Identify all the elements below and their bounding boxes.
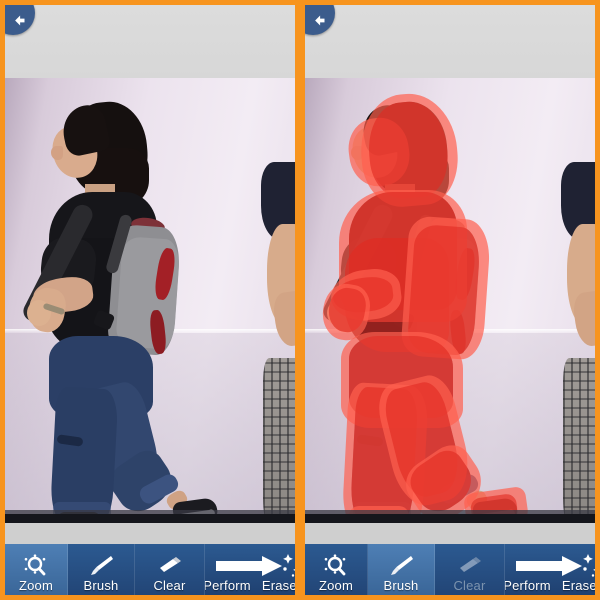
background-person [255, 162, 295, 523]
photo-canvas-after[interactable] [305, 78, 595, 523]
subject-woman [319, 88, 519, 523]
toolbar-gap-after [305, 523, 595, 546]
paintbrush-icon [87, 552, 115, 579]
arrow-sparkle-icon [505, 552, 595, 579]
zoom-button[interactable]: Zoom [305, 544, 368, 595]
paintbrush-icon [387, 552, 415, 579]
eraser-icon [155, 552, 185, 579]
perform-erase-button[interactable]: Perform Erase [505, 544, 595, 595]
clear-button-label: Clear [453, 578, 486, 593]
panel-header-after [305, 5, 595, 78]
brush-button-label: Brush [83, 578, 119, 593]
toolbar-after: Zoom Brush Clear Perform Erase [305, 544, 595, 595]
clear-button[interactable]: Clear [135, 544, 205, 595]
panel-after: Zoom Brush Clear Perform Erase [300, 0, 600, 600]
panel-divider [296, 0, 304, 600]
erase-label: Erase [261, 578, 295, 593]
perform-label: Perform [505, 578, 551, 593]
brush-button[interactable]: Brush [368, 544, 435, 595]
zoom-button-label: Zoom [18, 578, 54, 593]
brush-button-label: Brush [383, 578, 419, 593]
erase-label: Erase [561, 578, 595, 593]
background-person [555, 162, 595, 523]
toolbar-before: Zoom Brush Clear Perform Erase [5, 544, 295, 595]
clear-button: Clear [435, 544, 505, 595]
arrow-sparkle-icon [205, 552, 295, 579]
eraser-icon [455, 552, 485, 579]
panel-header-before [5, 5, 295, 78]
clear-button-label: Clear [153, 578, 186, 593]
zoom-magnifier-icon [23, 552, 49, 579]
photo-canvas-before[interactable] [5, 78, 295, 523]
subject-woman [19, 88, 219, 523]
app-root: Zoom Brush Clear Perform Erase Zoom Brus… [0, 0, 600, 600]
zoom-magnifier-icon [323, 552, 349, 579]
toolbar-gap-before [5, 523, 295, 546]
zoom-button-label: Zoom [318, 578, 354, 593]
brush-button[interactable]: Brush [68, 544, 135, 595]
perform-erase-button[interactable]: Perform Erase [205, 544, 295, 595]
panel-before: Zoom Brush Clear Perform Erase [0, 0, 300, 600]
zoom-button[interactable]: Zoom [5, 544, 68, 595]
perform-label: Perform [205, 578, 251, 593]
